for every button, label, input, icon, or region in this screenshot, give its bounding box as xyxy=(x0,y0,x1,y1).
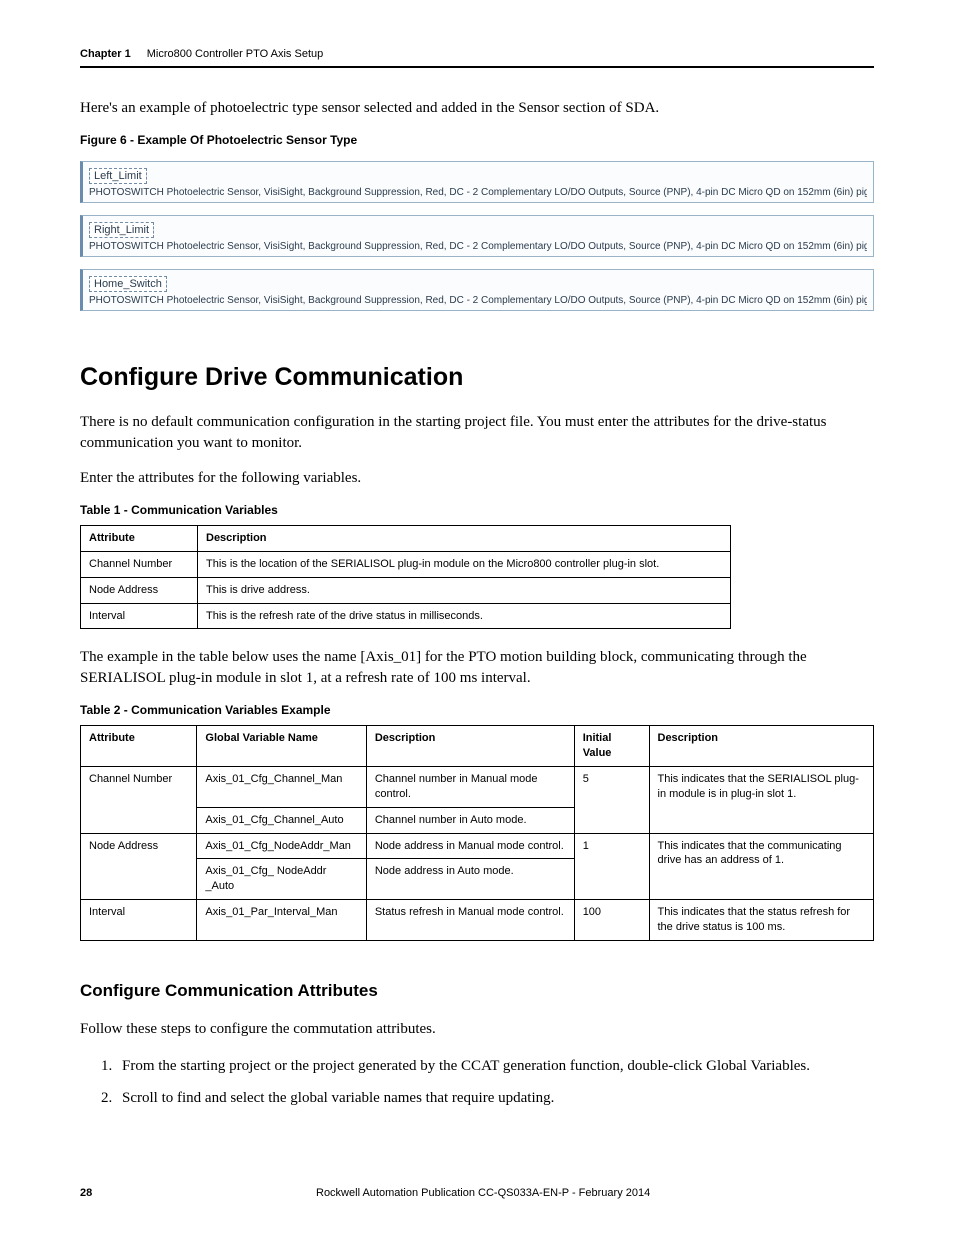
intro-paragraph: Here's an example of photoelectric type … xyxy=(80,98,874,119)
sensor-home-switch: Home_Switch PHOTOSWITCH Photoelectric Se… xyxy=(80,269,874,311)
table-header: Initial Value xyxy=(574,726,649,767)
page-header: Chapter 1 Micro800 Controller PTO Axis S… xyxy=(80,48,874,66)
sensor-right-limit: Right_Limit PHOTOSWITCH Photoelectric Se… xyxy=(80,215,874,257)
section-paragraph: Follow these steps to configure the comm… xyxy=(80,1019,874,1040)
section-heading-configure-attributes: Configure Communication Attributes xyxy=(80,981,874,1001)
table-header: Description xyxy=(198,526,731,552)
table-cell: Node Address xyxy=(81,577,198,603)
table-cell: 1 xyxy=(574,833,649,900)
table-cell: Axis_01_Cfg_Channel_Auto xyxy=(197,807,366,833)
table-cell: Axis_01_Cfg_NodeAddr_Man xyxy=(197,833,366,859)
sensor-description: PHOTOSWITCH Photoelectric Sensor, VisiSi… xyxy=(89,241,867,252)
table-cell: Interval xyxy=(81,900,197,941)
step-item: From the starting project or the project… xyxy=(116,1054,874,1078)
chapter-label: Chapter 1 xyxy=(80,48,131,60)
header-rule xyxy=(80,66,874,68)
table-header: Description xyxy=(649,726,874,767)
table-header: Attribute xyxy=(81,726,197,767)
section-paragraph: There is no default communication config… xyxy=(80,412,874,454)
sensor-label: Left_Limit xyxy=(89,168,147,184)
communication-variables-example-table: Attribute Global Variable Name Descripti… xyxy=(80,725,874,940)
table-cell: Status refresh in Manual mode control. xyxy=(366,900,574,941)
table-cell: This is drive address. xyxy=(198,577,731,603)
table1-caption: Table 1 - Communication Variables xyxy=(80,503,874,517)
example-paragraph: The example in the table below uses the … xyxy=(80,647,874,689)
table-cell: Channel number in Auto mode. xyxy=(366,807,574,833)
table-cell: Node address in Auto mode. xyxy=(366,859,574,900)
sensor-left-limit: Left_Limit PHOTOSWITCH Photoelectric Sen… xyxy=(80,161,874,203)
table-cell: Channel Number xyxy=(81,767,197,834)
figure-caption: Figure 6 - Example Of Photoelectric Sens… xyxy=(80,133,874,147)
section-paragraph: Enter the attributes for the following v… xyxy=(80,468,874,489)
table-header: Description xyxy=(366,726,574,767)
sensor-label: Home_Switch xyxy=(89,276,167,292)
table-cell: This is the refresh rate of the drive st… xyxy=(198,603,731,629)
table-row: Node Address This is drive address. xyxy=(81,577,731,603)
table-row: Interval Axis_01_Par_Interval_Man Status… xyxy=(81,900,874,941)
section-heading-configure-drive: Configure Drive Communication xyxy=(80,363,874,392)
table2-caption: Table 2 - Communication Variables Exampl… xyxy=(80,703,874,717)
table-cell: Axis_01_Cfg_Channel_Man xyxy=(197,767,366,808)
page-number: 28 xyxy=(80,1187,92,1199)
table-cell: This is the location of the SERIALISOL p… xyxy=(198,551,731,577)
table-cell: Interval xyxy=(81,603,198,629)
table-cell: Axis_01_Par_Interval_Man xyxy=(197,900,366,941)
table-cell: Node address in Manual mode control. xyxy=(366,833,574,859)
table-cell: This indicates that the status refresh f… xyxy=(649,900,874,941)
table-header: Global Variable Name xyxy=(197,726,366,767)
step-item: Scroll to find and select the global var… xyxy=(116,1086,874,1110)
table-cell: Node Address xyxy=(81,833,197,900)
page-footer: 28 Rockwell Automation Publication CC-QS… xyxy=(80,1187,874,1199)
steps-list: From the starting project or the project… xyxy=(116,1054,874,1110)
table-row: Channel Number This is the location of t… xyxy=(81,551,731,577)
sensor-description: PHOTOSWITCH Photoelectric Sensor, VisiSi… xyxy=(89,187,867,198)
table-row: Channel Number Axis_01_Cfg_Channel_Man C… xyxy=(81,767,874,808)
table-row: Node Address Axis_01_Cfg_NodeAddr_Man No… xyxy=(81,833,874,859)
table-cell: This indicates that the SERIALISOL plug-… xyxy=(649,767,874,834)
table-cell: 100 xyxy=(574,900,649,941)
communication-variables-table: Attribute Description Channel Number Thi… xyxy=(80,525,731,629)
table-cell: This indicates that the communicating dr… xyxy=(649,833,874,900)
table-cell: 5 xyxy=(574,767,649,834)
table-cell: Channel Number xyxy=(81,551,198,577)
table-cell: Channel number in Manual mode control. xyxy=(366,767,574,808)
table-cell: Axis_01_Cfg_ NodeAddr _Auto xyxy=(197,859,366,900)
table-header: Attribute xyxy=(81,526,198,552)
sensor-description: PHOTOSWITCH Photoelectric Sensor, VisiSi… xyxy=(89,295,867,306)
publication-info: Rockwell Automation Publication CC-QS033… xyxy=(316,1187,650,1199)
sensor-label: Right_Limit xyxy=(89,222,154,238)
table-row: Interval This is the refresh rate of the… xyxy=(81,603,731,629)
chapter-title: Micro800 Controller PTO Axis Setup xyxy=(147,48,323,60)
